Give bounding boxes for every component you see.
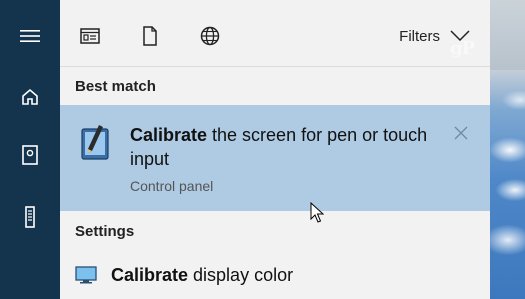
mouse-cursor-icon xyxy=(310,202,324,223)
settings-result-rest: display color xyxy=(188,264,294,285)
hamburger-icon[interactable] xyxy=(18,24,42,48)
settings-result-bold: Calibrate xyxy=(111,264,189,285)
toolbar-divider xyxy=(60,66,490,67)
pen-tablet-icon xyxy=(81,125,109,160)
search-toolbar: Filters xyxy=(60,0,490,70)
best-match-title: Calibrate the screen for pen or touch in… xyxy=(130,123,430,171)
best-match-result[interactable]: Calibrate the screen for pen or touch in… xyxy=(60,105,490,211)
notebook-icon[interactable] xyxy=(18,143,42,167)
settings-result-item[interactable]: Calibrate display color xyxy=(75,262,293,288)
web-icon[interactable] xyxy=(198,24,222,48)
wallpaper-tree xyxy=(490,0,525,70)
best-match-heading: Best match xyxy=(75,78,156,95)
apps-icon[interactable] xyxy=(78,24,102,48)
best-match-subtitle: Control panel xyxy=(130,178,214,194)
search-results-panel: Filters Best match Calibrate the screen … xyxy=(60,0,490,299)
site-watermark: gP xyxy=(450,38,475,59)
monitor-icon xyxy=(75,266,97,284)
desktop-wallpaper xyxy=(490,0,525,299)
documents-icon[interactable] xyxy=(138,24,162,48)
filters-label: Filters xyxy=(399,27,440,45)
close-icon[interactable] xyxy=(454,126,468,140)
settings-heading: Settings xyxy=(75,223,135,240)
settings-result-label: Calibrate display color xyxy=(111,265,293,286)
start-left-rail xyxy=(0,0,60,299)
tower-icon[interactable] xyxy=(18,205,42,229)
home-icon[interactable] xyxy=(18,85,42,109)
best-match-title-bold: Calibrate xyxy=(130,125,208,145)
